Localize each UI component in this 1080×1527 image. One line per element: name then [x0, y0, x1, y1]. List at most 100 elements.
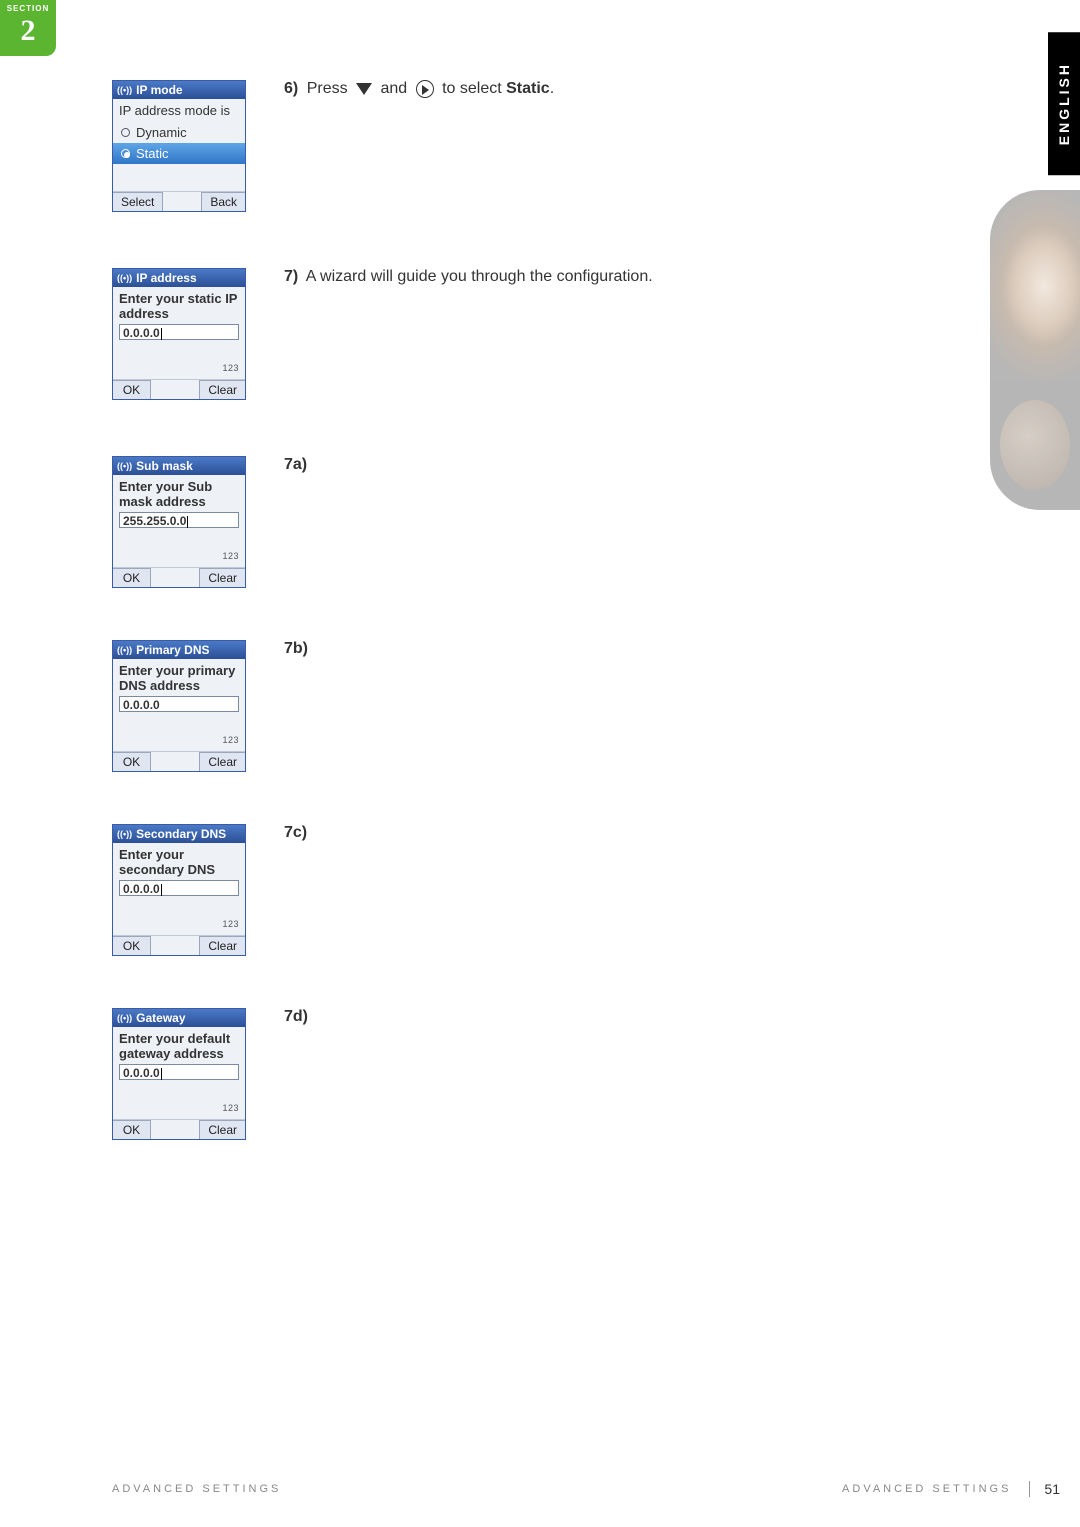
section-badge: SECTION 2 [0, 0, 56, 56]
step-7b-row: ((•)) Primary DNS Enter your primary DNS… [112, 640, 952, 772]
secondary-dns-input-value: 0.0.0.0 [123, 882, 160, 896]
signal-icon: ((•)) [117, 1013, 132, 1023]
softkey-left[interactable]: OK [113, 936, 151, 955]
phone-title: Secondary DNS [136, 827, 226, 841]
phone-gateway: ((•)) Gateway Enter your default gateway… [112, 1008, 246, 1140]
arrow-down-icon [356, 83, 372, 95]
phone-title: IP address [136, 271, 196, 285]
signal-icon: ((•)) [117, 461, 132, 471]
ip-mode-list: Dynamic Static [113, 120, 245, 164]
softkey-right[interactable]: Clear [199, 752, 245, 771]
phone-sub-mask: ((•)) Sub mask Enter your Sub mask addre… [112, 456, 246, 588]
signal-icon: ((•)) [117, 85, 132, 95]
primary-dns-input[interactable]: 0.0.0.0 [119, 696, 239, 712]
option-label: Static [136, 146, 169, 161]
option-label: Dynamic [136, 125, 187, 140]
input-mode: 123 [222, 1103, 243, 1115]
step-6-text: 6) Press and to select Static. [284, 80, 952, 98]
phone-titlebar: ((•)) Secondary DNS [113, 825, 245, 843]
step-7c-row: ((•)) Secondary DNS Enter your secondary… [112, 824, 952, 956]
phone-primary-dns: ((•)) Primary DNS Enter your primary DNS… [112, 640, 246, 772]
input-mode: 123 [222, 919, 243, 931]
option-static[interactable]: Static [113, 143, 245, 164]
step-6-row: ((•)) IP mode IP address mode is Dynamic… [112, 80, 952, 212]
phone-screen: Enter your default gateway address 0.0.0… [113, 1027, 245, 1119]
step-marker: 7c) [284, 824, 307, 841]
step-marker: 7a) [284, 456, 307, 473]
page-number: 51 [1029, 1481, 1060, 1497]
phone-screen: Enter your secondary DNS 0.0.0.0 123 [113, 843, 245, 935]
page-footer: ADVANCED SETTINGS ADVANCED SETTINGS 51 [112, 1481, 1060, 1497]
step-7d-text: 7d) [284, 1008, 952, 1026]
softkey-right[interactable]: Clear [199, 568, 245, 587]
input-mode: 123 [222, 735, 243, 747]
softkey-left[interactable]: OK [113, 568, 151, 587]
phone-screen: Enter your Sub mask address 255.255.0.0 … [113, 475, 245, 567]
input-mode: 123 [222, 363, 243, 375]
step-text-suffix: to select [442, 80, 506, 97]
phone-softkeys: OK Clear [113, 1119, 245, 1139]
softkey-left[interactable]: Select [113, 192, 163, 211]
step-marker: 7d) [284, 1008, 308, 1025]
softkey-right[interactable]: Clear [199, 380, 245, 399]
gateway-input-value: 0.0.0.0 [123, 1066, 160, 1080]
step-7b-text: 7b) [284, 640, 952, 658]
ip-input[interactable]: 0.0.0.0 [119, 324, 239, 340]
radio-icon [121, 128, 130, 137]
phone-title: Primary DNS [136, 643, 209, 657]
step-7-text: 7) A wizard will guide you through the c… [284, 268, 952, 286]
decorative-side-image [990, 190, 1080, 510]
step-text-prefix: Press [307, 80, 352, 97]
secondary-dns-input[interactable]: 0.0.0.0 [119, 880, 239, 896]
softkey-right[interactable]: Clear [199, 936, 245, 955]
text-cursor-icon [161, 884, 162, 896]
phone-softkeys: OK Clear [113, 379, 245, 399]
signal-icon: ((•)) [117, 645, 132, 655]
softkey-left[interactable]: OK [113, 1120, 151, 1139]
ip-input-value: 0.0.0.0 [123, 326, 160, 340]
text-cursor-icon [161, 328, 162, 340]
gateway-input[interactable]: 0.0.0.0 [119, 1064, 239, 1080]
phone-softkeys: OK Clear [113, 567, 245, 587]
page-content: ((•)) IP mode IP address mode is Dynamic… [112, 80, 952, 1192]
submask-input-value: 255.255.0.0 [123, 514, 186, 528]
phone-softkeys: OK Clear [113, 935, 245, 955]
softkey-left[interactable]: OK [113, 380, 151, 399]
option-dynamic[interactable]: Dynamic [113, 122, 245, 143]
softkey-right[interactable]: Back [201, 192, 245, 211]
footer-left: ADVANCED SETTINGS [112, 1483, 281, 1495]
phone-hint: IP address mode is [113, 99, 245, 120]
step-7d-row: ((•)) Gateway Enter your default gateway… [112, 1008, 952, 1140]
phone-secondary-dns: ((•)) Secondary DNS Enter your secondary… [112, 824, 246, 956]
step-marker: 7) [284, 268, 298, 285]
softkey-left[interactable]: OK [113, 752, 151, 771]
step-text-mid: and [380, 80, 411, 97]
phone-titlebar: ((•)) Gateway [113, 1009, 245, 1027]
phone-titlebar: ((•)) Primary DNS [113, 641, 245, 659]
step-7a-text: 7a) [284, 456, 952, 474]
step-text-bold: Static [506, 80, 550, 97]
phone-titlebar: ((•)) Sub mask [113, 457, 245, 475]
step-marker: 7b) [284, 640, 308, 657]
step-7c-text: 7c) [284, 824, 952, 842]
phone-softkeys: OK Clear [113, 751, 245, 771]
phone-screen: Enter your static IP address 0.0.0.0 123 [113, 287, 245, 379]
phone-titlebar: ((•)) IP mode [113, 81, 245, 99]
phone-titlebar: ((•)) IP address [113, 269, 245, 287]
softkey-right[interactable]: Clear [199, 1120, 245, 1139]
signal-icon: ((•)) [117, 829, 132, 839]
section-number: 2 [0, 13, 56, 49]
step-7-row: ((•)) IP address Enter your static IP ad… [112, 268, 952, 400]
phone-screen: IP address mode is Dynamic Static [113, 99, 245, 191]
step-7a-row: ((•)) Sub mask Enter your Sub mask addre… [112, 456, 952, 588]
phone-hint: Enter your secondary DNS [113, 843, 245, 879]
step-text-end: . [550, 80, 554, 97]
text-cursor-icon [161, 1068, 162, 1080]
signal-icon: ((•)) [117, 273, 132, 283]
phone-title: Gateway [136, 1011, 185, 1025]
input-mode: 123 [222, 551, 243, 563]
footer-right-group: ADVANCED SETTINGS 51 [842, 1481, 1060, 1497]
submask-input[interactable]: 255.255.0.0 [119, 512, 239, 528]
phone-screen: Enter your primary DNS address 0.0.0.0 1… [113, 659, 245, 751]
phone-title: Sub mask [136, 459, 193, 473]
